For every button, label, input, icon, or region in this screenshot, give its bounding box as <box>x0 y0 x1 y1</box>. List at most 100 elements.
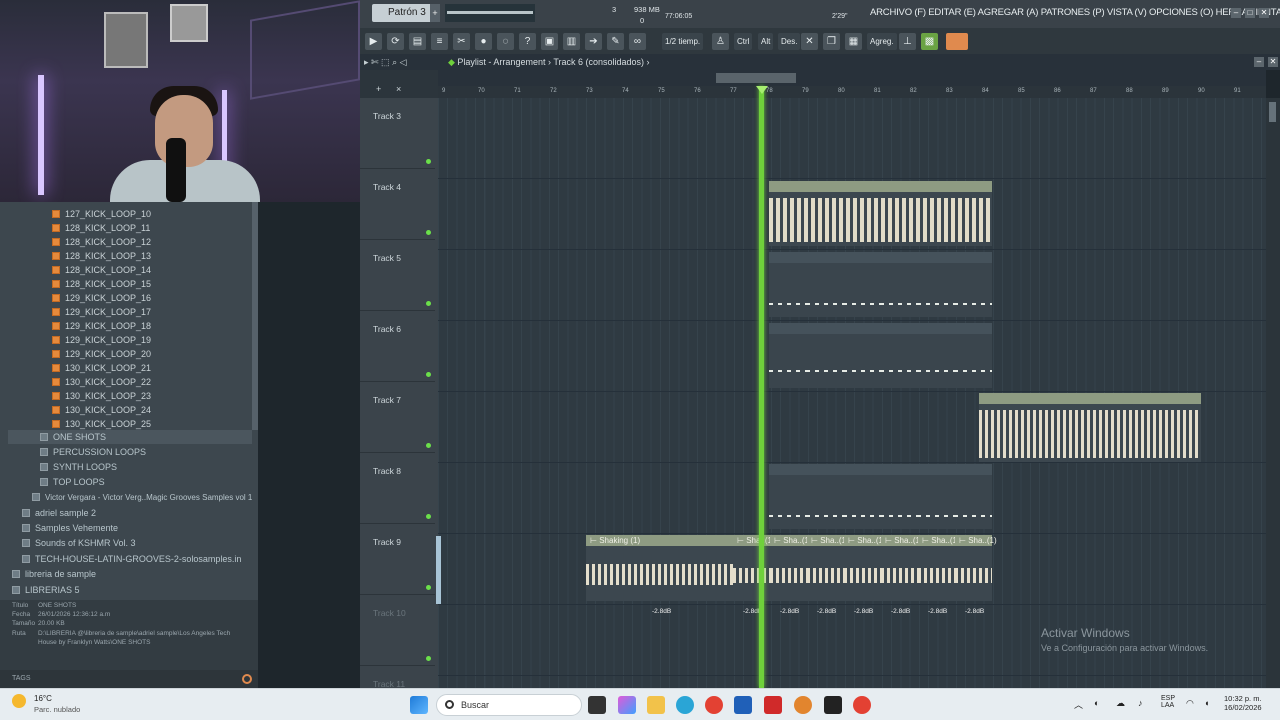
track-header[interactable]: Track 5 <box>360 240 435 311</box>
windows-start-icon[interactable] <box>410 696 428 714</box>
add-button[interactable]: Agreg. <box>867 33 897 50</box>
pattern-clip[interactable]: ⊞ Pat..n 2 <box>880 323 917 388</box>
audio-clip[interactable]: ⊢ Sha..(1) -2.8dB <box>807 535 849 615</box>
track-header[interactable]: Track 6 <box>360 311 435 382</box>
browser-file[interactable]: 129_KICK_LOOP_20 <box>52 347 151 361</box>
track-header[interactable]: Track 9 <box>360 524 435 595</box>
snap-selector[interactable]: 1/2 tiemp. <box>662 33 704 50</box>
app-icon[interactable] <box>764 696 782 714</box>
timeline-ruler[interactable]: 9 70 71 72 73 74 75 76 77 78 79 80 81 82 83 84 85 86 87 88 8… <box>438 86 1266 98</box>
taskbar-clock[interactable]: 10:32 p. m. 16/02/2026 <box>1224 694 1262 712</box>
search-icon[interactable] <box>242 674 252 684</box>
des-button[interactable]: Des. <box>778 33 801 50</box>
obs-icon[interactable] <box>824 696 842 714</box>
playhead[interactable] <box>759 86 764 688</box>
pattern-clip[interactable]: ⊞ Pat..n 1 <box>843 252 880 317</box>
tray-chevron-icon[interactable]: ︿ <box>1074 698 1083 711</box>
browser-file[interactable]: 128_KICK_LOOP_14 <box>52 263 151 277</box>
playlist-scroll-track[interactable] <box>438 70 1266 86</box>
chrome-icon[interactable] <box>705 696 723 714</box>
pattern-clip[interactable]: ⊞ Pat..n 3 <box>769 464 806 529</box>
fl-studio-icon[interactable] <box>794 696 812 714</box>
paste-icon[interactable]: ▦ <box>845 33 862 50</box>
link-icon[interactable]: ∞ <box>629 33 646 50</box>
track-header[interactable]: Track 10 <box>360 595 435 666</box>
playlist-close-icon[interactable]: ✕ <box>1268 57 1278 67</box>
browser-folder[interactable]: SYNTH LOOPS <box>40 460 117 474</box>
horizontal-scroll-thumb[interactable] <box>716 73 796 83</box>
audio-clip[interactable]: ⊢ 128_KICK_LOOP_15 <box>881 181 992 246</box>
pattern-clip[interactable]: ⊞ Pat..n 2 <box>806 323 843 388</box>
add-icon[interactable]: + <box>376 84 381 94</box>
vertical-scroll-thumb[interactable] <box>1269 102 1276 122</box>
browser-file[interactable]: 129_KICK_LOOP_19 <box>52 333 151 347</box>
browser-file[interactable]: 130_KICK_LOOP_21 <box>52 361 151 375</box>
audio-clip[interactable]: ⊢ Sha..(1) -2.8dB <box>770 535 812 615</box>
language-indicator[interactable]: ESP LAA <box>1161 695 1175 709</box>
record-level-icon[interactable] <box>946 33 968 50</box>
window-icon[interactable]: ▣ <box>541 33 558 50</box>
vertical-scrollbar[interactable] <box>1266 98 1280 688</box>
browser-file[interactable]: 129_KICK_LOOP_17 <box>52 305 151 319</box>
browser-folder[interactable]: TECH-HOUSE-LATIN-GROOVES-2-solosamples.i… <box>22 552 241 566</box>
track-header[interactable]: Track 4 <box>360 169 435 240</box>
audio-clip[interactable]: ⊢ Shaking (1) -2.8dB <box>586 535 733 615</box>
browser-file[interactable]: 128_KICK_LOOP_13 <box>52 249 151 263</box>
pattern-clip[interactable]: ⊞ Pat..n 1 <box>917 252 954 317</box>
alt-button[interactable]: Alt <box>758 33 774 50</box>
track-header[interactable]: Track 8 <box>360 453 435 524</box>
browser-file[interactable]: 130_KICK_LOOP_22 <box>52 375 151 389</box>
help-icon[interactable]: ? <box>519 33 536 50</box>
browser-folder[interactable]: Sounds of KSHMR Vol. 3 <box>22 536 136 550</box>
browser-file[interactable]: 129_KICK_LOOP_16 <box>52 291 151 305</box>
browser-file[interactable]: 129_KICK_LOOP_18 <box>52 319 151 333</box>
minimize-icon[interactable]: – <box>1231 8 1241 18</box>
volume-icon[interactable]: ◖ <box>1204 698 1209 708</box>
pattern-clip[interactable]: ⊞ Pat..n 2 <box>917 323 954 388</box>
track-led-icon[interactable] <box>426 230 431 235</box>
tray-mic-icon[interactable]: ♪ <box>1138 698 1143 708</box>
mixer-icon[interactable]: ≡ <box>431 33 448 50</box>
task-view-icon[interactable] <box>588 696 606 714</box>
browser-file[interactable]: 130_KICK_LOOP_25 <box>52 417 151 431</box>
tags-bar[interactable]: TAGS <box>0 670 258 688</box>
browser-folder[interactable]: Samples Vehemente <box>22 521 118 535</box>
track-led-icon[interactable] <box>426 301 431 306</box>
browser-scrollbar[interactable] <box>252 202 258 430</box>
playlist-tools-icon[interactable]: ▸ ✄ ⬚ ⌕ ◁ <box>364 57 407 68</box>
main-menu[interactable]: ARCHIVO (F) EDITAR (E) AGREGAR (A) PATRO… <box>870 7 1280 18</box>
grid-icon[interactable]: ▩ <box>921 33 938 50</box>
file-explorer-icon[interactable] <box>647 696 665 714</box>
copilot-icon[interactable] <box>618 696 636 714</box>
copy-icon[interactable]: ❐ <box>823 33 840 50</box>
track-led-icon[interactable] <box>426 656 431 661</box>
add-pattern-button[interactable]: + <box>430 4 440 22</box>
browser-folder[interactable]: Victor Vergara - Victor Verg..Magic Groo… <box>32 491 252 505</box>
wifi-icon[interactable]: ◠ <box>1186 698 1194 709</box>
audio-clip[interactable]: ⊢ Sha..(1) -2.8dB <box>918 535 960 615</box>
save-icon[interactable]: ▤ <box>409 33 426 50</box>
browser-folder[interactable]: PERCUSSION LOOPS <box>40 445 146 459</box>
maximize-icon[interactable]: □ <box>1245 8 1255 18</box>
browser-folder[interactable]: LIBRERIAS 5 <box>12 583 80 597</box>
track-led-icon[interactable] <box>426 514 431 519</box>
pattern-clip[interactable]: ⊞ Pat..n 2 <box>843 323 880 388</box>
audio-clip[interactable]: ⊢ Sha..(1) -2.8dB <box>844 535 886 615</box>
close-icon[interactable]: ✕ <box>1259 8 1269 18</box>
browser-folder-selected[interactable]: ONE SHOTS <box>8 430 252 444</box>
audio-clip[interactable]: ⊢ Sha..(1) -2.8dB <box>881 535 923 615</box>
weather-widget[interactable]: 16°C Parc. nublado <box>12 694 80 714</box>
pattern-clip[interactable]: ⊞ Pat..n 2 <box>769 323 806 388</box>
loop-icon[interactable]: ⟳ <box>387 33 404 50</box>
arrow-right-icon[interactable]: ➔ <box>585 33 602 50</box>
store-icon[interactable] <box>734 696 752 714</box>
pattern-clip[interactable]: ⊞ Pat..n 3 <box>843 464 880 529</box>
browser-file[interactable]: 128_KICK_LOOP_15 <box>52 277 151 291</box>
pattern-clip[interactable]: ⊞ Pat..n 1 <box>954 252 992 317</box>
playlist-minimize-icon[interactable]: – <box>1254 57 1264 67</box>
browser-file[interactable]: 127_KICK_LOOP_10 <box>52 207 151 221</box>
pattern-clip[interactable]: ⊞ Pat..n 1 <box>880 252 917 317</box>
audio-clip[interactable]: ⊢ Sha..(1) -2.8dB <box>733 535 775 615</box>
tray-app-icon[interactable]: ◐ <box>1094 698 1099 708</box>
pattern-clip[interactable]: ⊞ Pat..n 1 <box>769 252 806 317</box>
